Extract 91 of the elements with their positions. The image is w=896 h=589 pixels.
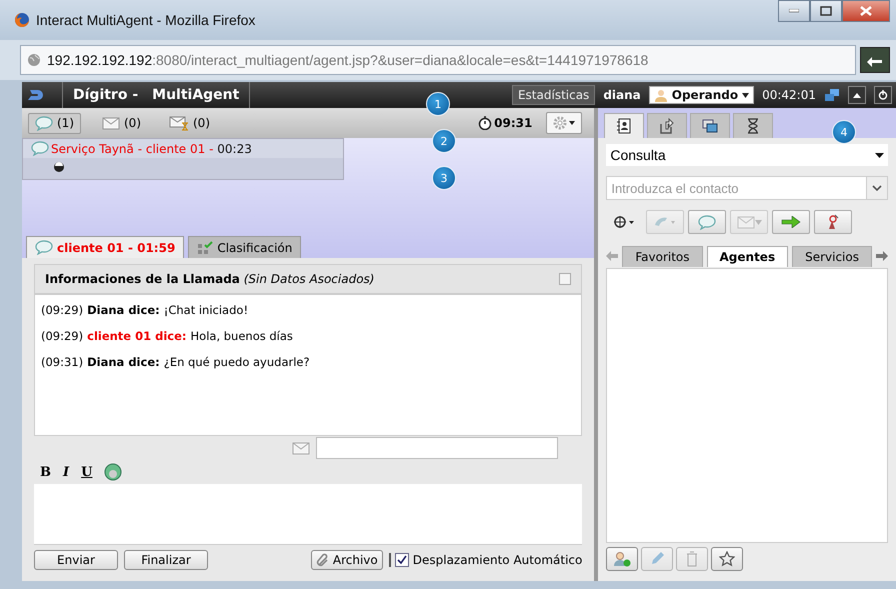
- attach-button[interactable]: Archivo: [310, 550, 383, 570]
- format-button[interactable]: U: [81, 464, 92, 480]
- list-action-button[interactable]: [606, 547, 638, 571]
- session-time: 00:42:01: [762, 88, 816, 102]
- hourglass-icon: [747, 118, 760, 134]
- collapse-toggle[interactable]: [559, 273, 572, 285]
- messages-icon: [702, 119, 718, 133]
- url-text: 192.192.192.192:8080/interact_multiagent/agent.jsp?&user=diana&locale=es&t=1441971978618: [47, 52, 648, 68]
- chat-tab[interactable]: cliente 01 - 01:59: [26, 236, 184, 258]
- chat-bubble-icon: [31, 141, 49, 156]
- close-button[interactable]: [842, 0, 890, 22]
- auto-scroll-checkbox[interactable]: [394, 553, 409, 567]
- format-button[interactable]: B: [40, 464, 51, 480]
- caret-icon: [742, 92, 750, 98]
- checklist-icon: [197, 240, 214, 254]
- counter-tab[interactable]: (1): [28, 112, 81, 134]
- address-bar[interactable]: 192.192.192.192:8080/interact_multiagent/agent.jsp?&user=diana&locale=es&t=1441971978618: [20, 45, 856, 75]
- power-button[interactable]: [874, 86, 892, 104]
- contact-dropdown-button[interactable]: [866, 176, 888, 200]
- user-name: diana: [603, 88, 641, 102]
- chat-bubble-icon: [35, 240, 53, 255]
- network-icon: [824, 88, 840, 102]
- up-triangle-icon: [853, 92, 861, 98]
- chevron-down-icon: [872, 185, 882, 191]
- contact-field[interactable]: Introduzca el contacto: [606, 176, 866, 200]
- chat-bubble-icon: [698, 214, 716, 230]
- envelope-icon: [736, 216, 755, 228]
- progress-icon: [53, 161, 65, 173]
- antenna-icon: [826, 214, 840, 230]
- go-button[interactable]: [860, 47, 890, 73]
- browser-logo-icon: [14, 12, 30, 28]
- chat-tab[interactable]: Clasificación: [188, 236, 302, 258]
- list-tab[interactable]: Agentes: [706, 246, 788, 266]
- envelope-icon: [102, 116, 120, 130]
- email-field[interactable]: [316, 437, 558, 459]
- call-info-header: Informaciones de la Llamada (Sin Datos Asociados): [45, 272, 374, 286]
- status-dropdown[interactable]: Operando: [648, 86, 754, 104]
- chat-message: (09:29) cliente 01 dice: Hola, buenos días: [41, 329, 294, 343]
- toolbar-button[interactable]: [814, 210, 852, 234]
- maximize-icon: [820, 6, 832, 16]
- chat-message: (09:29) Diana dice: ¡Chat iniciado!: [41, 303, 250, 317]
- list-action-button[interactable]: [711, 547, 744, 571]
- statistics-button[interactable]: Estadísticas: [512, 85, 596, 105]
- caret-icon: [875, 152, 884, 158]
- crosshair-icon: [613, 215, 636, 229]
- address-book-icon: [617, 118, 632, 134]
- close-icon: [860, 6, 872, 16]
- globe-icon: [27, 53, 41, 67]
- side-tab[interactable]: [733, 113, 774, 138]
- chat-message: (09:31) Diana dice: ¿En qué puedo ayudarle?: [41, 355, 311, 369]
- product-name: MultiAgent: [152, 87, 240, 103]
- list-tab[interactable]: Servicios: [792, 246, 872, 266]
- caret-icon: [754, 220, 762, 224]
- queue-item[interactable]: Serviço Taynã - cliente 01 - 00:23: [22, 138, 344, 180]
- mail-queue-icon: [169, 115, 189, 131]
- star-icon: [719, 551, 736, 567]
- auto-scroll-label: Desplazamiento Automático: [412, 553, 582, 567]
- consult-dropdown[interactable]: Consulta: [606, 144, 888, 166]
- right-arrow-icon: [781, 216, 802, 228]
- stopwatch-icon: [478, 116, 492, 130]
- finish-button[interactable]: Finalizar: [124, 550, 208, 570]
- counter-tab[interactable]: (0): [162, 112, 217, 134]
- window-title: Interact MultiAgent - Mozilla Firefox: [36, 12, 256, 28]
- minimize-button[interactable]: [778, 0, 810, 22]
- power-icon: [878, 90, 888, 100]
- collapse-button[interactable]: [848, 86, 866, 104]
- chat-timer: 09:31: [494, 116, 532, 130]
- maximize-button[interactable]: [810, 0, 842, 22]
- format-button[interactable]: I: [63, 464, 70, 480]
- trash-icon: [686, 551, 698, 567]
- minimize-icon: [789, 9, 799, 13]
- scroll-right-icon[interactable]: [876, 251, 888, 261]
- side-tab[interactable]: [690, 113, 730, 138]
- paperclip-icon: [316, 553, 330, 567]
- app-logo-icon: [26, 88, 46, 102]
- envelope-icon: [292, 442, 310, 454]
- queue-item-title: Serviço Taynã - cliente 01 - 00:23: [51, 142, 252, 156]
- phone-icon: [653, 215, 678, 229]
- export-arrow-icon: [659, 118, 676, 134]
- add-user-icon: [613, 551, 632, 567]
- settings-button[interactable]: [546, 112, 582, 134]
- counter-tab[interactable]: (0): [95, 113, 148, 133]
- message-input[interactable]: [34, 484, 582, 545]
- side-tab[interactable]: [604, 113, 644, 138]
- user-icon: [654, 88, 668, 102]
- send-button[interactable]: Enviar: [34, 550, 118, 570]
- list-tab[interactable]: Favoritos: [622, 246, 703, 266]
- chat-bubble-icon: [35, 116, 53, 130]
- settings-icon: [552, 116, 576, 130]
- pencil-icon: [649, 551, 666, 567]
- brand-name: Dígitro -: [73, 87, 138, 103]
